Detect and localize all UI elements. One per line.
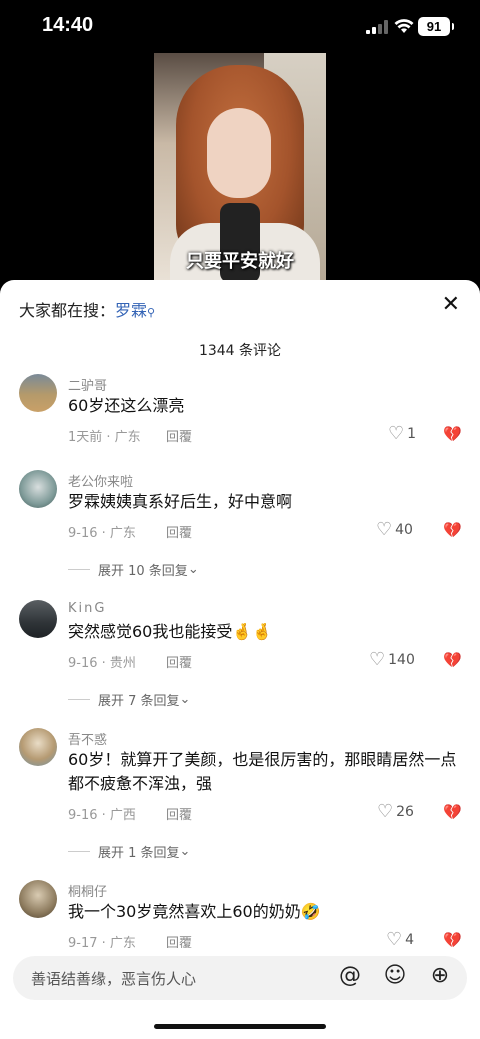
clock: 14:40: [42, 14, 94, 36]
wifi-icon: [394, 19, 414, 33]
comment-count: 1344 条评论: [198, 343, 282, 359]
comment-author[interactable]: 桐桐仔: [68, 881, 107, 900]
video-player[interactable]: 只要平安就好: [154, 53, 326, 280]
like-count: 4: [405, 931, 415, 948]
comment-text: 我一个30岁竟然喜欢上60的奶奶🤣: [68, 902, 321, 921]
expand-label: 展开 7 条回复: [98, 694, 180, 709]
comment-meta: 9-16 · 贵州: [68, 656, 136, 671]
comment-panel: 大家都在搜：罗霖⚲ ✕ 1344 条评论 二驴哥 60岁还这么漂亮 1天前 · …: [0, 280, 480, 1039]
expand-replies-button[interactable]: 展开 10 条回复 ⌄: [68, 560, 199, 579]
dislike-icon[interactable]: 💔: [443, 425, 462, 443]
comment-text: 罗霖姨姨真系好后生，好中意啊: [68, 492, 293, 511]
comment-author[interactable]: 吾不惑: [68, 729, 107, 748]
comment-meta: 9-16 · 广西: [68, 808, 136, 823]
comment-meta: 9-16 · 广东: [68, 526, 136, 541]
chevron-down-icon: ⌄: [179, 844, 191, 859]
reply-button[interactable]: 回覆: [166, 522, 192, 541]
expand-replies-button[interactable]: 展开 1 条回复 ⌄: [68, 842, 190, 861]
comment-item: 老公你来啦 罗霖姨姨真系好后生，好中意啊 9-16 · 广东 回覆 ♡ 40 💔 …: [0, 468, 480, 579]
like-count: 26: [396, 803, 414, 820]
comment-text: 60岁还这么漂亮: [68, 396, 185, 415]
signal-icon: [366, 20, 388, 34]
status-bar: 14:40 91: [0, 0, 480, 55]
like-count: 40: [395, 521, 413, 538]
like-button[interactable]: ♡ 40: [376, 519, 413, 540]
video-caption: 只要平安就好: [186, 251, 294, 272]
comment-item: 二驴哥 60岁还这么漂亮 1天前 · 广东 回覆 ♡ 1 💔: [0, 372, 480, 452]
comment-author[interactable]: 二驴哥: [68, 375, 107, 394]
like-count: 1: [407, 425, 417, 442]
search-suggestion[interactable]: 大家都在搜：罗霖⚲: [19, 297, 155, 321]
avatar[interactable]: [19, 470, 57, 508]
search-prefix: 大家都在搜：: [19, 301, 116, 320]
reply-button[interactable]: 回覆: [166, 426, 192, 445]
comment-item: 吾不惑 60岁！就算开了美颜，也是很厉害的，那眼睛居然一点都不疲惫不浑浊，强 9…: [0, 726, 480, 861]
dislike-icon[interactable]: 💔: [443, 521, 462, 539]
like-count: 140: [388, 651, 415, 668]
comment-meta: 1天前 · 广东: [68, 430, 141, 445]
expand-label: 展开 1 条回复: [98, 846, 180, 861]
comment-item: 桐桐仔 我一个30岁竟然喜欢上60的奶奶🤣 9-17 · 广东 回覆 ♡ 4 💔: [0, 878, 480, 948]
dislike-icon[interactable]: 💔: [443, 651, 462, 669]
dislike-icon[interactable]: 💔: [443, 931, 462, 948]
comment-author[interactable]: 老公你来啦: [68, 471, 133, 490]
video-subject-face: [207, 108, 271, 198]
like-button[interactable]: ♡ 140: [369, 649, 415, 670]
comment-author[interactable]: KinG: [68, 601, 106, 616]
like-button[interactable]: ♡ 26: [377, 801, 414, 822]
comment-meta: 9-17 · 广东: [68, 936, 136, 948]
expand-label: 展开 10 条回复: [98, 564, 188, 579]
divider: [68, 699, 90, 700]
heart-icon: ♡: [377, 801, 394, 822]
comment-text: 突然感觉60我也能接受🤞🤞: [68, 622, 273, 641]
expand-replies-button[interactable]: 展开 7 条回复 ⌄: [68, 690, 190, 709]
at-icon[interactable]: @: [335, 963, 365, 988]
comment-input-placeholder: 善语结善缘，恶言伤人心: [31, 970, 197, 988]
home-indicator[interactable]: [154, 1024, 326, 1029]
heart-icon: ♡: [376, 519, 393, 540]
comment-input[interactable]: 善语结善缘，恶言伤人心 @ ☺ ⊕: [13, 956, 467, 1000]
avatar[interactable]: [19, 880, 57, 918]
emoji-icon[interactable]: ☺: [380, 963, 410, 988]
heart-icon: ♡: [369, 649, 386, 670]
comment-text: 60岁！就算开了美颜，也是很厉害的，那眼睛居然一点都不疲惫不浑浊，强: [68, 750, 457, 793]
dislike-icon[interactable]: 💔: [443, 803, 462, 821]
comment-item: KinG 突然感觉60我也能接受🤞🤞 9-16 · 贵州 回覆 ♡ 140 💔 展…: [0, 598, 480, 709]
plus-icon[interactable]: ⊕: [425, 963, 455, 988]
chevron-down-icon: ⌄: [187, 562, 199, 577]
close-icon[interactable]: ✕: [442, 292, 460, 317]
like-button[interactable]: ♡ 1: [388, 423, 416, 444]
divider: [68, 569, 90, 570]
heart-icon: ♡: [386, 929, 403, 948]
divider: [68, 851, 90, 852]
heart-icon: ♡: [388, 423, 405, 444]
reply-button[interactable]: 回覆: [166, 652, 192, 671]
avatar[interactable]: [19, 728, 57, 766]
like-button[interactable]: ♡ 4: [386, 929, 414, 948]
reply-button[interactable]: 回覆: [166, 804, 192, 823]
search-term-link[interactable]: 罗霖: [115, 301, 147, 320]
chevron-down-icon: ⌄: [179, 692, 191, 707]
reply-button[interactable]: 回覆: [166, 932, 192, 948]
battery-indicator: 91: [418, 17, 454, 36]
avatar[interactable]: [19, 374, 57, 412]
search-icon: ⚲: [147, 306, 156, 319]
avatar[interactable]: [19, 600, 57, 638]
